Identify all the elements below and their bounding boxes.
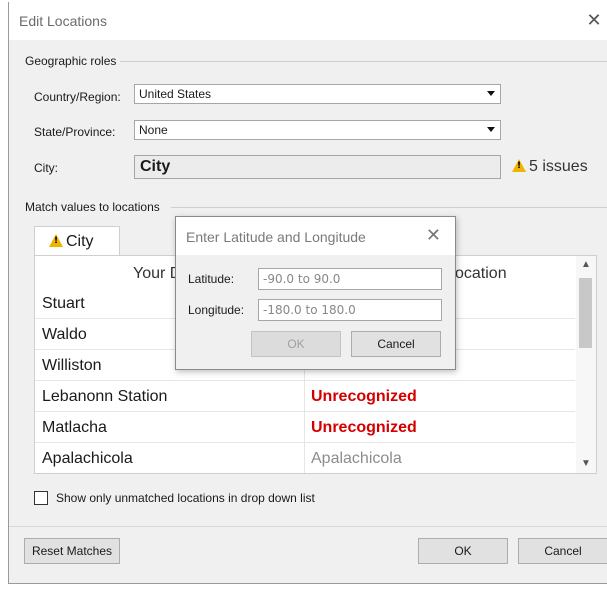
tab-city[interactable]: City [34, 226, 120, 256]
longitude-input[interactable] [258, 299, 442, 321]
row-value: Matlacha [42, 419, 107, 436]
chevron-down-icon [487, 127, 495, 132]
warning-icon [49, 234, 63, 247]
state-label: State/Province: [34, 125, 116, 139]
country-label: Country/Region: [34, 90, 121, 104]
popup-title-bar: Enter Latitude and Longitude ✕ [176, 217, 455, 255]
table-row[interactable]: Matlacha Unrecognized [35, 412, 575, 443]
city-field: City [134, 155, 501, 179]
city-value: City [140, 158, 171, 175]
chevron-down-icon [487, 91, 495, 96]
issues-text: 5 issues [529, 158, 588, 175]
city-label: City: [34, 161, 58, 175]
popup-ok-button[interactable]: OK [251, 331, 341, 357]
row-value: Stuart [42, 295, 85, 312]
match-values-label: Match values to locations [25, 200, 164, 214]
vertical-scrollbar[interactable]: ▲ ▼ [576, 256, 596, 473]
close-icon[interactable]: ✕ [426, 225, 441, 246]
tab-city-label: City [66, 233, 94, 250]
row-value: Waldo [42, 326, 87, 343]
window-title: Edit Locations [19, 13, 107, 29]
row-match-unrecognized[interactable]: Unrecognized [311, 419, 417, 437]
latitude-input[interactable] [258, 268, 442, 290]
group-divider [171, 207, 607, 208]
reset-matches-button[interactable]: Reset Matches [24, 538, 120, 564]
lat-long-dialog: Enter Latitude and Longitude ✕ Latitude:… [175, 216, 456, 370]
row-match-unrecognized[interactable]: Unrecognized [311, 388, 417, 406]
close-icon[interactable]: ✕ [582, 8, 606, 32]
warning-icon [512, 159, 526, 172]
popup-title: Enter Latitude and Longitude [186, 229, 366, 245]
show-unmatched-label[interactable]: Show only unmatched locations in drop do… [56, 491, 315, 505]
column-header-location: ocation [455, 265, 507, 282]
row-value: Williston [42, 357, 102, 374]
cancel-button[interactable]: Cancel [518, 538, 607, 564]
longitude-label: Longitude: [188, 303, 245, 317]
table-row[interactable]: Apalachicola Apalachicola [35, 443, 575, 473]
state-select[interactable]: None [134, 120, 501, 140]
title-bar: Edit Locations ✕ [9, 2, 607, 40]
country-select[interactable]: United States [134, 84, 501, 104]
country-value: United States [139, 87, 212, 101]
geographic-roles-label: Geographic roles [25, 54, 121, 68]
row-match[interactable]: Apalachicola [311, 450, 402, 468]
table-row[interactable]: Lebanonn Station Unrecognized [35, 381, 575, 412]
group-divider [119, 61, 607, 62]
scrollbar-thumb[interactable] [579, 278, 592, 348]
latitude-label: Latitude: [188, 272, 235, 286]
issues-indicator[interactable]: 5 issues [512, 158, 588, 176]
popup-cancel-button[interactable]: Cancel [351, 331, 441, 357]
footer-divider [9, 526, 607, 527]
show-unmatched-checkbox[interactable] [34, 491, 48, 505]
chevron-down-icon[interactable]: ▼ [576, 455, 596, 473]
state-value: None [139, 123, 168, 137]
row-value: Apalachicola [42, 450, 133, 467]
ok-button[interactable]: OK [418, 538, 508, 564]
row-value: Lebanonn Station [42, 388, 168, 405]
chevron-up-icon[interactable]: ▲ [576, 256, 596, 274]
